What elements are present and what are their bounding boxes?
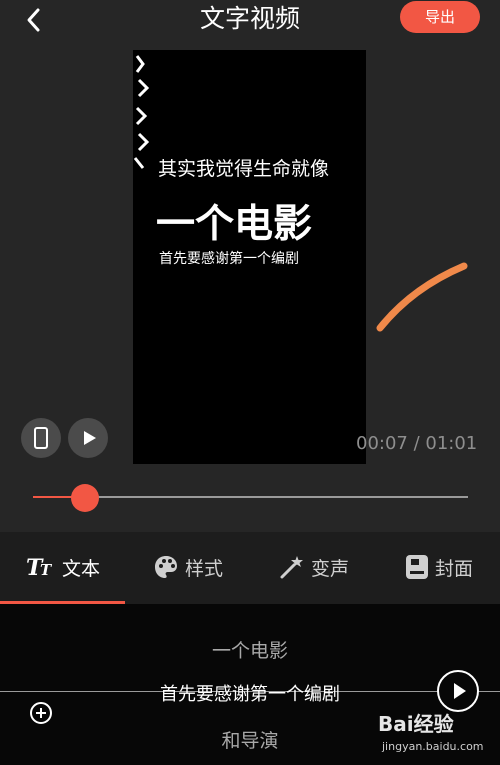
phone-icon — [34, 427, 48, 449]
progress-knob[interactable] — [71, 484, 100, 512]
export-button[interactable]: 导出 — [400, 1, 480, 33]
tab-bar: T T 文本 样式 变声 封面 — [0, 532, 500, 604]
top-bar: 文字视频 导出 — [0, 0, 500, 44]
add-subtitle-button[interactable] — [29, 701, 53, 725]
time-display: 00:07 / 01:01 — [356, 433, 478, 454]
watermark-logo: Bai经验 — [378, 712, 454, 736]
subtitle-prev[interactable]: 一个电影 — [0, 636, 500, 663]
plus-circle-icon — [30, 702, 52, 724]
tab-label: 样式 — [185, 557, 224, 580]
preview-line-2: 一个电影 — [156, 202, 313, 247]
play-button[interactable] — [68, 418, 108, 458]
cover-icon — [406, 555, 428, 579]
text-style-icon: T T — [26, 555, 53, 579]
svg-text:T: T — [40, 561, 53, 579]
aspect-ratio-button[interactable] — [21, 418, 61, 458]
watermark: Bai经验 jingyan.baidu.com — [378, 708, 496, 760]
tab-cover[interactable]: 封面 — [405, 532, 473, 602]
tab-text[interactable]: T T 文本 — [26, 532, 100, 602]
subtitle-play-button[interactable] — [437, 670, 479, 712]
play-icon — [84, 431, 96, 445]
orange-brush-stroke — [376, 262, 468, 332]
tab-label: 变声 — [311, 557, 350, 580]
palette-icon — [155, 556, 177, 578]
tab-style[interactable]: 样式 — [153, 532, 223, 602]
watermark-url: jingyan.baidu.com — [382, 740, 484, 753]
tab-voice-change[interactable]: 变声 — [279, 532, 349, 602]
video-preview[interactable]: 其实我觉得生命就像 一个电影 首先要感谢第一个编剧 — [133, 50, 366, 464]
preview-line-3: 首先要感谢第一个编剧 — [159, 251, 299, 267]
preview-line-1: 其实我觉得生命就像 — [158, 158, 330, 180]
play-icon — [454, 683, 466, 699]
subtitle-current[interactable]: 首先要感谢第一个编剧 — [0, 680, 500, 706]
magic-wand-icon — [280, 556, 303, 579]
tab-label: 文本 — [62, 557, 101, 580]
tab-label: 封面 — [435, 557, 474, 580]
